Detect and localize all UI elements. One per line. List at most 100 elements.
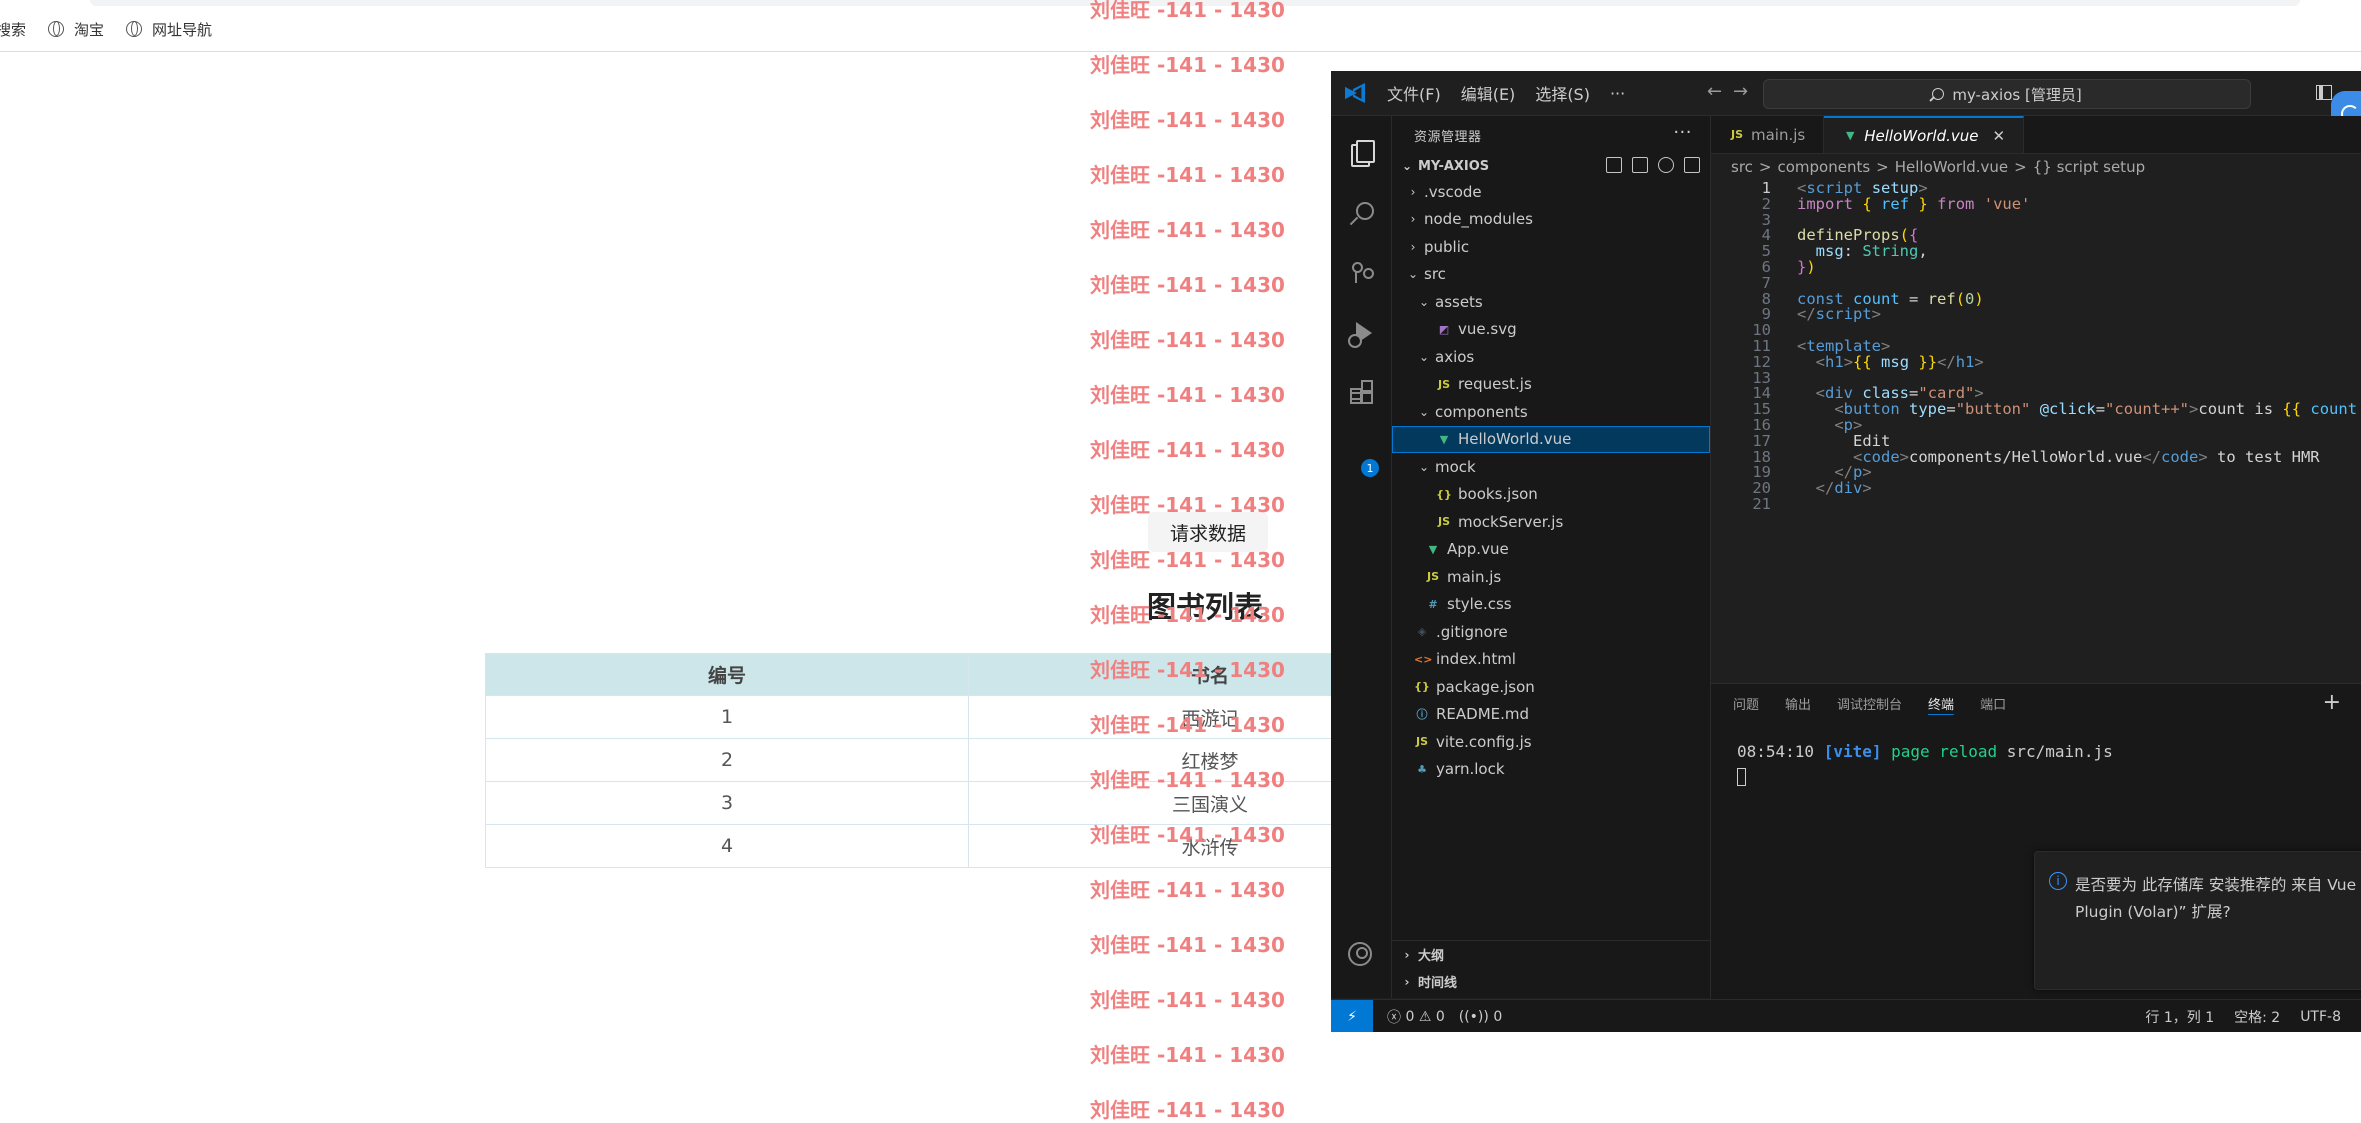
breadcrumb-item[interactable]: src — [1731, 158, 1753, 176]
extensions-icon[interactable] — [1348, 380, 1374, 406]
code-token: code — [2160, 447, 2199, 466]
command-center[interactable]: my-axios [管理员] — [1763, 79, 2251, 109]
menu-edit[interactable]: 编辑(E) — [1461, 81, 1516, 105]
timeline-section[interactable]: › 时间线 — [1392, 968, 1710, 995]
remote-indicator[interactable]: ⚡ — [1331, 1000, 1373, 1032]
source-control-icon[interactable] — [1348, 260, 1374, 286]
tree-item-label: mockServer.js — [1458, 512, 1564, 531]
account-icon[interactable] — [1348, 942, 1374, 968]
bookmark-nav[interactable]: 网址导航 — [126, 19, 212, 40]
watermark-text: 刘佳旺 -141 - 1430 — [1090, 933, 1285, 957]
bookmark-taobao[interactable]: 淘宝 — [48, 19, 104, 40]
code-token: msg — [1815, 242, 1844, 261]
breadcrumb-item[interactable]: {} script setup — [2033, 158, 2145, 176]
tree-item[interactable]: ▼ App.vue — [1392, 536, 1710, 564]
tree-item[interactable]: JS mockServer.js — [1392, 508, 1710, 536]
tree-item[interactable]: JS main.js — [1392, 563, 1710, 591]
tree-item[interactable]: ▼ HelloWorld.vue — [1392, 425, 1710, 453]
problems-status[interactable]: ⓧ 0 ⚠ 0 — [1387, 1007, 1445, 1027]
code-line[interactable]: import { ref } from 'vue' — [1797, 195, 2030, 213]
tab-debug-console[interactable]: 调试控制台 — [1837, 694, 1902, 713]
indentation[interactable]: 空格: 2 — [2234, 1007, 2280, 1027]
code-token: count — [2310, 400, 2358, 419]
breadcrumb-item[interactable]: components — [1777, 158, 1870, 176]
tree-item[interactable]: ♣ yarn.lock — [1392, 756, 1710, 784]
run-debug-icon[interactable] — [1348, 320, 1374, 348]
tree-item[interactable]: # style.css — [1392, 591, 1710, 619]
code-line[interactable]: }) — [1797, 258, 1816, 276]
explorer-icon[interactable] — [1348, 140, 1375, 167]
tree-item[interactable]: {} books.json — [1392, 481, 1710, 509]
tab-output[interactable]: 输出 — [1785, 694, 1811, 713]
tree-item[interactable]: ⌄ mock — [1392, 453, 1710, 481]
tree-item[interactable]: › node_modules — [1392, 206, 1710, 234]
bookmark-search[interactable]: 搜索 — [0, 19, 26, 40]
tab-helloworld-vue[interactable]: ▼ HelloWorld.vue ✕ — [1824, 116, 2025, 153]
tab-ports[interactable]: 端口 — [1980, 694, 2006, 713]
yarn-file-icon: ♣ — [1417, 762, 1427, 776]
tree-item[interactable]: ◈ .gitignore — [1392, 618, 1710, 646]
breadcrumb-item[interactable]: HelloWorld.vue — [1895, 158, 2008, 176]
terminal-output[interactable]: 08:54:10 [vite] page reload src/main.js — [1737, 742, 2113, 761]
chevron-down-icon: ⌄ — [1418, 294, 1430, 309]
code-line[interactable]: <button type="button" @click="count++">c… — [1797, 400, 2361, 418]
tree-item[interactable]: ⌄ assets — [1392, 288, 1710, 316]
tree-item-label: assets — [1435, 292, 1483, 311]
close-icon[interactable]: ✕ — [1993, 127, 2006, 145]
watermark-text: 刘佳旺 -141 - 1430 — [1090, 988, 1285, 1012]
chevron-down-icon: ⌄ — [1418, 459, 1430, 474]
column-header-id: 编号 — [485, 653, 969, 696]
tree-item[interactable]: › .vscode — [1392, 178, 1710, 206]
activity-bar: 1 — [1331, 116, 1392, 1024]
tree-item[interactable]: ⌄ components — [1392, 398, 1710, 426]
watermark-text: 刘佳旺 -141 - 1430 — [1090, 328, 1285, 352]
outline-section[interactable]: › 大纲 — [1392, 941, 1710, 968]
watermark-text: 刘佳旺 -141 - 1430 — [1090, 603, 1285, 627]
project-root[interactable]: ⌄ MY-AXIOS — [1392, 154, 1710, 178]
tree-item[interactable]: ⌄ axios — [1392, 343, 1710, 371]
search-icon[interactable] — [1348, 200, 1374, 226]
tree-item[interactable]: ◩ vue.svg — [1392, 316, 1710, 344]
tree-item[interactable]: › public — [1392, 233, 1710, 261]
notification-toast[interactable]: i 是否要为 此存储库 安装推荐的 来自 Vue Plugin (Volar)”… — [2034, 851, 2361, 990]
explorer-more-button[interactable]: ··· — [1673, 122, 1692, 143]
tree-item-label: index.html — [1436, 650, 1516, 669]
menu-selection[interactable]: 选择(S) — [1535, 81, 1590, 105]
menu-more[interactable]: ··· — [1610, 84, 1625, 103]
chevron-right-icon: › — [1404, 974, 1410, 989]
toggle-sidebar-icon[interactable] — [2316, 85, 2332, 100]
back-arrow-icon[interactable]: ← — [1707, 81, 1722, 102]
tab-problems[interactable]: 问题 — [1733, 694, 1759, 713]
tree-item[interactable]: JS vite.config.js — [1392, 728, 1710, 756]
tree-item[interactable]: ⌄ src — [1392, 261, 1710, 289]
refresh-icon[interactable] — [1658, 157, 1674, 173]
encoding[interactable]: UTF-8 — [2300, 1009, 2341, 1025]
code-line[interactable]: </script> — [1797, 305, 1881, 323]
search-icon — [1932, 88, 1945, 100]
code-line[interactable]: <code>components/HelloWorld.vue</code> t… — [1797, 448, 2320, 466]
menu-file[interactable]: 文件(F) — [1387, 81, 1441, 105]
tab-main-js[interactable]: JS main.js — [1711, 116, 1825, 153]
new-terminal-icon[interactable]: + — [2323, 690, 2341, 715]
new-folder-icon[interactable] — [1632, 157, 1648, 173]
cursor-position[interactable]: 行 1，列 1 — [2145, 1007, 2214, 1027]
code-token: > — [2198, 447, 2208, 466]
code-line[interactable]: msg: String, — [1797, 242, 1928, 260]
watermark-text: 刘佳旺 -141 - 1430 — [1090, 658, 1285, 682]
ports-status[interactable]: ((•)) 0 — [1459, 1009, 1502, 1025]
new-file-icon[interactable] — [1606, 157, 1622, 173]
tab-terminal[interactable]: 终端 — [1928, 694, 1955, 715]
code-line[interactable]: </div> — [1797, 479, 1872, 497]
tree-item[interactable]: <> index.html — [1392, 646, 1710, 674]
collapse-all-icon[interactable] — [1684, 157, 1700, 173]
tree-item[interactable]: JS request.js — [1392, 371, 1710, 399]
info-file-icon: ⓘ — [1416, 708, 1428, 722]
forward-arrow-icon[interactable]: → — [1733, 81, 1748, 102]
code-line[interactable]: <h1>{{ msg }}</h1> — [1797, 353, 1984, 371]
tree-item[interactable]: {} package.json — [1392, 673, 1710, 701]
tree-item[interactable]: ⓘ README.md — [1392, 701, 1710, 729]
tab-label: HelloWorld.vue — [1864, 126, 1979, 145]
panel-tabs: 问题 输出 调试控制台 终端 端口 — [1711, 684, 2361, 722]
tree-item-label: mock — [1435, 457, 1476, 476]
